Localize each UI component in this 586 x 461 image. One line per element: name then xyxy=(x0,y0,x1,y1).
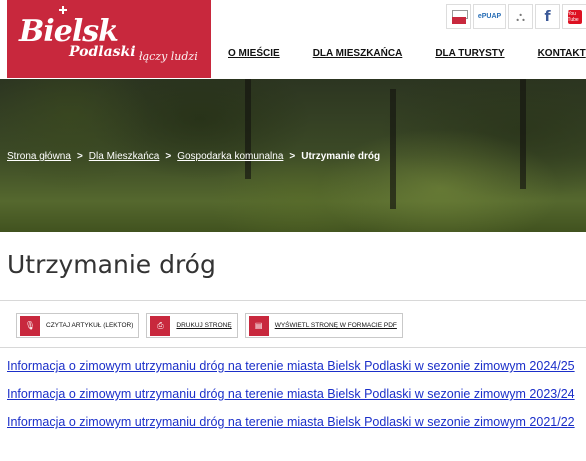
nav-item-dla-turysty[interactable]: DLA TURYSTY xyxy=(435,48,504,59)
nav-item-o-miescie[interactable]: O MIEŚCIE xyxy=(228,48,280,59)
nav-item-dla-mieszkanca[interactable]: DLA MIESZKAŃCA xyxy=(313,48,403,59)
breadcrumb-link-gospodarka[interactable]: Gospodarka komunalna xyxy=(177,151,283,162)
pdf-button[interactable]: ▤ WYŚWIETL STRONĘ W FORMACIE PDF xyxy=(244,313,403,338)
tree-trunk-decoration xyxy=(245,79,251,179)
document-link[interactable]: Informacja o zimowym utrzymaniu dróg na … xyxy=(7,387,575,401)
divider xyxy=(0,300,586,301)
bip-icon xyxy=(451,9,468,24)
site-logo[interactable]: Bielsk Podlaski łączy ludzi xyxy=(7,0,211,78)
breadcrumb-separator: > xyxy=(76,151,83,162)
epuap-button[interactable]: ePUAP xyxy=(473,4,506,29)
breadcrumb-link-home[interactable]: Strona główna xyxy=(7,151,71,162)
breadcrumb: Strona główna > Dla Mieszkańca > Gospodarka … xyxy=(7,151,380,162)
print-button[interactable]: ⎙ DRUKUJ STRONĘ xyxy=(146,313,238,338)
logo-tagline: łączy ludzi xyxy=(139,50,198,63)
youtube-button[interactable]: You Tube xyxy=(562,4,586,29)
printer-icon: ⎙ xyxy=(150,315,171,336)
document-links: Informacja o zimowym utrzymaniu dróg na … xyxy=(7,359,575,443)
bip-button[interactable] xyxy=(446,4,471,29)
facebook-button[interactable]: f xyxy=(535,4,560,29)
nav-item-kontakt[interactable]: KONTAKT xyxy=(538,48,586,59)
article-tools: 🎙 CZYTAJ ARTYKUŁ (LEKTOR) ⎙ DRUKUJ STRON… xyxy=(16,313,410,338)
tree-trunk-decoration xyxy=(390,89,396,209)
site-header: Bielsk Podlaski łączy ludzi ePUAP ⛬ f Yo… xyxy=(0,0,586,79)
pdf-label: WYŚWIETL STRONĘ W FORMACIE PDF xyxy=(274,322,397,329)
document-link[interactable]: Informacja o zimowym utrzymaniu dróg na … xyxy=(7,359,575,373)
print-label: DRUKUJ STRONĘ xyxy=(176,322,232,329)
logo-sub-text: Podlaski xyxy=(69,44,136,60)
read-aloud-button[interactable]: 🎙 CZYTAJ ARTYKUŁ (LEKTOR) xyxy=(16,313,140,338)
facebook-icon: f xyxy=(544,8,551,25)
hero-banner: Strona główna > Dla Mieszkańca > Gospodarka … xyxy=(0,79,586,232)
breadcrumb-separator: > xyxy=(289,151,296,162)
read-aloud-label: CZYTAJ ARTYKUŁ (LEKTOR) xyxy=(46,322,134,329)
pdf-icon: ▤ xyxy=(248,315,269,336)
main-nav: O MIEŚCIE DLA MIESZKAŃCA DLA TURYSTY KON… xyxy=(228,48,586,59)
sitemap-icon: ⛬ xyxy=(515,8,526,24)
breadcrumb-link-dla-mieszkanca[interactable]: Dla Mieszkańca xyxy=(89,151,160,162)
divider xyxy=(0,347,586,348)
breadcrumb-current: Utrzymanie dróg xyxy=(301,151,381,162)
top-icon-bar: ePUAP ⛬ f You Tube xyxy=(446,4,586,31)
document-link[interactable]: Informacja o zimowym utrzymaniu dróg na … xyxy=(7,415,575,429)
youtube-icon: You Tube xyxy=(567,9,582,24)
microphone-icon: 🎙 xyxy=(20,315,40,336)
breadcrumb-separator: > xyxy=(165,151,172,162)
tree-trunk-decoration xyxy=(520,79,526,189)
page-title: Utrzymanie dróg xyxy=(7,250,216,279)
sitemap-button[interactable]: ⛬ xyxy=(508,4,533,29)
epuap-icon: ePUAP xyxy=(477,13,502,20)
